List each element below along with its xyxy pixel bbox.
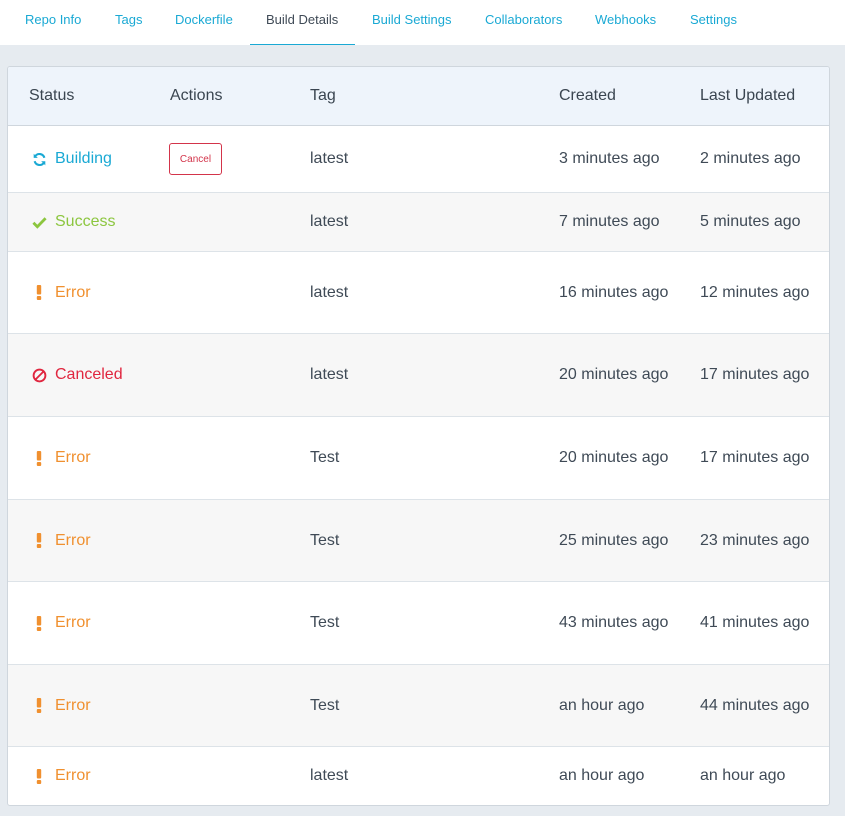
table-row: Building Cancel latest 3 minutes ago 2 minut…	[8, 126, 829, 193]
created-cell: an hour ago	[559, 696, 645, 714]
table-row: Error Test 25 minutes ago 23 minutes ago	[8, 500, 829, 582]
updated-cell: 41 minutes ago	[700, 614, 810, 631]
header-tag: Tag	[310, 87, 336, 104]
table-row: Error Test an hour ago 44 minutes ago	[8, 665, 829, 747]
exclamation-icon	[30, 615, 48, 631]
header-actions: Actions	[170, 87, 223, 104]
status-cell: Error	[30, 417, 91, 499]
updated-cell: 23 minutes ago	[700, 531, 810, 549]
table-row: Success latest 7 minutes ago 5 minutes ago	[8, 193, 829, 252]
status-cell: Canceled	[30, 334, 123, 416]
table-row: Error latest 16 minutes ago 12 minutes ago	[8, 252, 829, 334]
created-cell: 16 minutes ago	[559, 283, 669, 301]
status-label: Error	[55, 449, 91, 466]
tab-build-settings[interactable]: Build Settings	[372, 0, 452, 45]
tab-webhooks[interactable]: Webhooks	[595, 0, 656, 45]
created-cell: 20 minutes ago	[559, 366, 669, 383]
created-cell: 7 minutes ago	[559, 213, 660, 230]
cancel-build-button[interactable]: Cancel	[169, 143, 222, 175]
tab-settings[interactable]: Settings	[690, 0, 737, 45]
tag-cell: Test	[310, 696, 340, 714]
ban-icon	[30, 368, 48, 383]
exclamation-icon	[30, 698, 48, 713]
actions-cell: Cancel	[169, 126, 222, 192]
table-row: Canceled latest 20 minutes ago 17 minutes a…	[8, 334, 829, 417]
tab-tags[interactable]: Tags	[115, 0, 142, 45]
updated-cell: 17 minutes ago	[700, 449, 810, 466]
status-cell: Error	[30, 500, 91, 581]
status-label: Error	[55, 283, 91, 301]
tag-cell: latest	[310, 150, 349, 167]
table-row: Error latest an hour ago an hour ago	[8, 747, 829, 805]
status-label: Building	[55, 150, 112, 167]
created-cell: 43 minutes ago	[559, 614, 669, 631]
builds-table: Status Actions Tag Created Last Updated …	[7, 66, 830, 806]
tag-cell: latest	[310, 283, 349, 301]
tab-repo-info[interactable]: Repo Info	[25, 0, 81, 45]
updated-cell: 12 minutes ago	[700, 283, 810, 301]
status-cell: Error	[30, 747, 91, 805]
status-cell: Building	[30, 126, 112, 192]
status-cell: Success	[30, 193, 115, 251]
updated-cell: 5 minutes ago	[700, 213, 801, 230]
created-cell: 25 minutes ago	[559, 531, 669, 549]
exclamation-icon	[30, 533, 48, 548]
created-cell: 20 minutes ago	[559, 449, 669, 466]
status-label: Canceled	[55, 366, 123, 383]
updated-cell: 44 minutes ago	[700, 696, 810, 714]
tag-cell: latest	[310, 767, 349, 784]
tag-cell: Test	[310, 614, 340, 631]
updated-cell: 17 minutes ago	[700, 366, 810, 383]
tab-collaborators[interactable]: Collaborators	[485, 0, 562, 45]
updated-cell: 2 minutes ago	[700, 150, 801, 167]
tab-dockerfile[interactable]: Dockerfile	[175, 0, 233, 45]
status-label: Error	[55, 614, 91, 631]
tag-cell: latest	[310, 213, 349, 230]
tab-bar: Repo Info Tags Dockerfile Build Details …	[0, 0, 845, 45]
table-row: Error Test 43 minutes ago 41 minutes ago	[8, 582, 829, 665]
status-cell: Error	[30, 665, 91, 746]
tag-cell: latest	[310, 366, 349, 383]
status-label: Error	[55, 767, 91, 784]
exclamation-icon	[30, 768, 48, 784]
status-label: Success	[55, 213, 116, 230]
created-cell: 3 minutes ago	[559, 150, 660, 167]
status-label: Error	[55, 696, 91, 714]
tag-cell: Test	[310, 531, 340, 549]
check-icon	[30, 216, 48, 229]
table-header: Status Actions Tag Created Last Updated	[8, 67, 829, 126]
status-cell: Error	[30, 582, 91, 664]
header-status: Status	[29, 87, 75, 104]
tab-build-details[interactable]: Build Details	[250, 0, 355, 45]
created-cell: an hour ago	[559, 767, 645, 784]
status-cell: Error	[30, 252, 91, 333]
status-label: Error	[55, 531, 91, 549]
updated-cell: an hour ago	[700, 767, 786, 784]
table-row: Error Test 20 minutes ago 17 minutes ago	[8, 417, 829, 500]
refresh-icon	[30, 152, 48, 167]
tag-cell: Test	[310, 449, 340, 466]
header-created: Created	[559, 87, 616, 104]
header-last-updated: Last Updated	[700, 87, 796, 104]
exclamation-icon	[30, 450, 48, 466]
exclamation-icon	[30, 285, 48, 300]
